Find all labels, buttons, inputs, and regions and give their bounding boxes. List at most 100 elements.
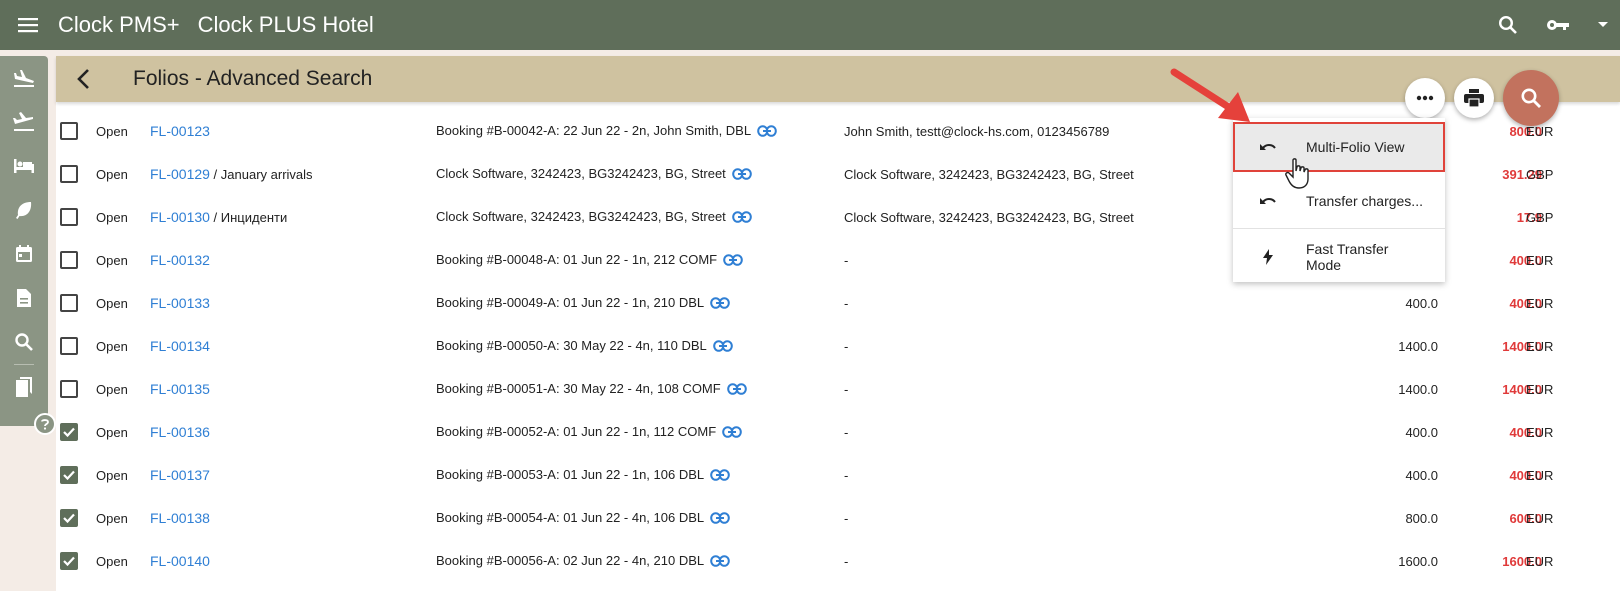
- link-icon[interactable]: [710, 511, 730, 524]
- booking-text: Booking #B-00053-A: 01 Jun 22 - 1n, 106 …: [436, 467, 705, 482]
- hamburger-menu-icon[interactable]: [0, 0, 56, 50]
- folio-link[interactable]: FL-00134: [150, 338, 210, 354]
- booking-info: Booking #B-00051-A: 30 May 22 - 4n, 108 …: [436, 381, 747, 396]
- departures-icon[interactable]: [0, 100, 48, 144]
- table-row[interactable]: Open FL-00140 Booking #B-00056-A: 02 Jun 2…: [56, 540, 1620, 583]
- row-checkbox[interactable]: [60, 552, 78, 570]
- search-nav-icon[interactable]: [0, 320, 48, 364]
- booking-info: Booking #B-00052-A: 01 Jun 22 - 1n, 112 …: [436, 424, 742, 439]
- bookmarks-icon[interactable]: [0, 365, 48, 409]
- status-text: Open: [96, 382, 128, 397]
- print-button[interactable]: [1454, 78, 1494, 118]
- row-checkbox[interactable]: [60, 466, 78, 484]
- booking-text: Booking #B-00051-A: 30 May 22 - 4n, 108 …: [436, 381, 721, 396]
- guest-info: -: [844, 339, 849, 354]
- folio-link[interactable]: FL-00138: [150, 510, 210, 526]
- folio-id[interactable]: FL-00123: [150, 123, 210, 139]
- status-text: Open: [96, 425, 128, 440]
- page-title: Folios - Advanced Search: [133, 67, 373, 90]
- more-options-button[interactable]: [1405, 78, 1445, 118]
- folio-link[interactable]: FL-00133: [150, 295, 210, 311]
- folio-link[interactable]: FL-00136: [150, 424, 210, 440]
- folio-id[interactable]: FL-00136: [150, 424, 210, 440]
- folio-link[interactable]: FL-00123: [150, 123, 210, 139]
- link-icon[interactable]: [710, 296, 730, 309]
- menu-item-label: Fast Transfer Mode: [1306, 241, 1389, 273]
- currency: EUR: [1526, 554, 1554, 569]
- folio-link[interactable]: FL-00129 / January arrivals: [150, 166, 313, 182]
- row-checkbox[interactable]: [60, 251, 78, 269]
- folio-id[interactable]: FL-00134: [150, 338, 210, 354]
- search-icon[interactable]: [1486, 0, 1530, 50]
- folio-id[interactable]: FL-00137: [150, 467, 210, 483]
- folio-link[interactable]: FL-00135: [150, 381, 210, 397]
- calendar-icon[interactable]: [0, 232, 48, 276]
- table-row[interactable]: Open FL-00138 Booking #B-00054-A: 01 Jun 2…: [56, 497, 1620, 540]
- row-checkbox[interactable]: [60, 337, 78, 355]
- booking-text: Booking #B-00054-A: 01 Jun 22 - 4n, 106 …: [436, 510, 705, 525]
- row-checkbox[interactable]: [60, 122, 78, 140]
- multi-folio-view-item[interactable]: Multi-Folio View: [1233, 122, 1445, 172]
- currency: GBP: [1526, 210, 1554, 225]
- folio-id[interactable]: FL-00138: [150, 510, 210, 526]
- table-row[interactable]: Open FL-00133 Booking #B-00049-A: 01 Jun 2…: [56, 282, 1620, 325]
- status-text: Open: [96, 296, 128, 311]
- link-icon[interactable]: [757, 124, 777, 137]
- link-icon[interactable]: [723, 253, 743, 266]
- search-fab-button[interactable]: [1503, 70, 1559, 126]
- guest-info: Clock Software, 3242423, BG3242423, BG, …: [844, 210, 1134, 225]
- lightning-icon: [1263, 249, 1273, 265]
- table-row[interactable]: Open FL-00136 Booking #B-00052-A: 01 Jun 2…: [56, 411, 1620, 454]
- row-checkbox[interactable]: [60, 509, 78, 527]
- link-icon[interactable]: [710, 468, 730, 481]
- booking-text: Booking #B-00048-A: 01 Jun 22 - 1n, 212 …: [436, 252, 718, 267]
- row-checkbox[interactable]: [60, 208, 78, 226]
- chevron-down-icon[interactable]: [1586, 0, 1620, 50]
- transfer-charges-item[interactable]: Transfer charges...: [1233, 176, 1445, 226]
- back-arrow-icon[interactable]: [70, 66, 96, 92]
- booking-text: Booking #B-00056-A: 02 Jun 22 - 4n, 210 …: [436, 553, 705, 568]
- row-checkbox[interactable]: [60, 380, 78, 398]
- help-icon[interactable]: [34, 413, 56, 435]
- row-checkbox[interactable]: [60, 423, 78, 441]
- bed-icon[interactable]: [0, 144, 48, 188]
- hotel-name[interactable]: Clock PLUS Hotel: [198, 12, 374, 38]
- link-icon[interactable]: [731, 210, 752, 223]
- key-icon[interactable]: [1530, 0, 1586, 50]
- amount: 1600.0: [1398, 554, 1438, 569]
- table-row[interactable]: Open FL-00135 Booking #B-00051-A: 30 May 2…: [56, 368, 1620, 411]
- undo-icon: [1259, 195, 1277, 207]
- currency: EUR: [1526, 339, 1554, 354]
- folio-id[interactable]: FL-00132: [150, 252, 210, 268]
- table-row[interactable]: Open FL-00134 Booking #B-00050-A: 30 May 2…: [56, 325, 1620, 368]
- folio-link[interactable]: FL-00130 / Инциденти: [150, 209, 287, 225]
- amount: 1400.0: [1398, 339, 1438, 354]
- leaf-icon[interactable]: [0, 188, 48, 232]
- folio-id[interactable]: FL-00140: [150, 553, 210, 569]
- folio-link[interactable]: FL-00132: [150, 252, 210, 268]
- folio-id[interactable]: FL-00129: [150, 166, 210, 182]
- document-icon[interactable]: [0, 276, 48, 320]
- page-header: Folios - Advanced Search: [56, 56, 1620, 102]
- arrivals-icon[interactable]: [0, 56, 48, 100]
- currency: GBP: [1526, 167, 1554, 182]
- folio-id[interactable]: FL-00130: [150, 209, 210, 225]
- fast-transfer-mode-item[interactable]: Fast Transfer Mode: [1233, 232, 1445, 282]
- link-icon[interactable]: [722, 425, 742, 438]
- booking-info: Booking #B-00053-A: 01 Jun 22 - 1n, 106 …: [436, 467, 730, 482]
- folio-id[interactable]: FL-00135: [150, 381, 210, 397]
- status-text: Open: [96, 554, 128, 569]
- folio-link[interactable]: FL-00140: [150, 553, 210, 569]
- row-checkbox[interactable]: [60, 165, 78, 183]
- amount: 800.0: [1405, 511, 1438, 526]
- link-icon[interactable]: [712, 339, 733, 352]
- folio-link[interactable]: FL-00137: [150, 467, 210, 483]
- folio-id[interactable]: FL-00133: [150, 295, 210, 311]
- table-row[interactable]: Open FL-00137 Booking #B-00053-A: 01 Jun 2…: [56, 454, 1620, 497]
- booking-text: Booking #B-00052-A: 01 Jun 22 - 1n, 112 …: [436, 424, 717, 439]
- row-checkbox[interactable]: [60, 294, 78, 312]
- currency: EUR: [1526, 382, 1554, 397]
- link-icon[interactable]: [726, 382, 747, 395]
- link-icon[interactable]: [710, 554, 730, 567]
- link-icon[interactable]: [731, 167, 752, 180]
